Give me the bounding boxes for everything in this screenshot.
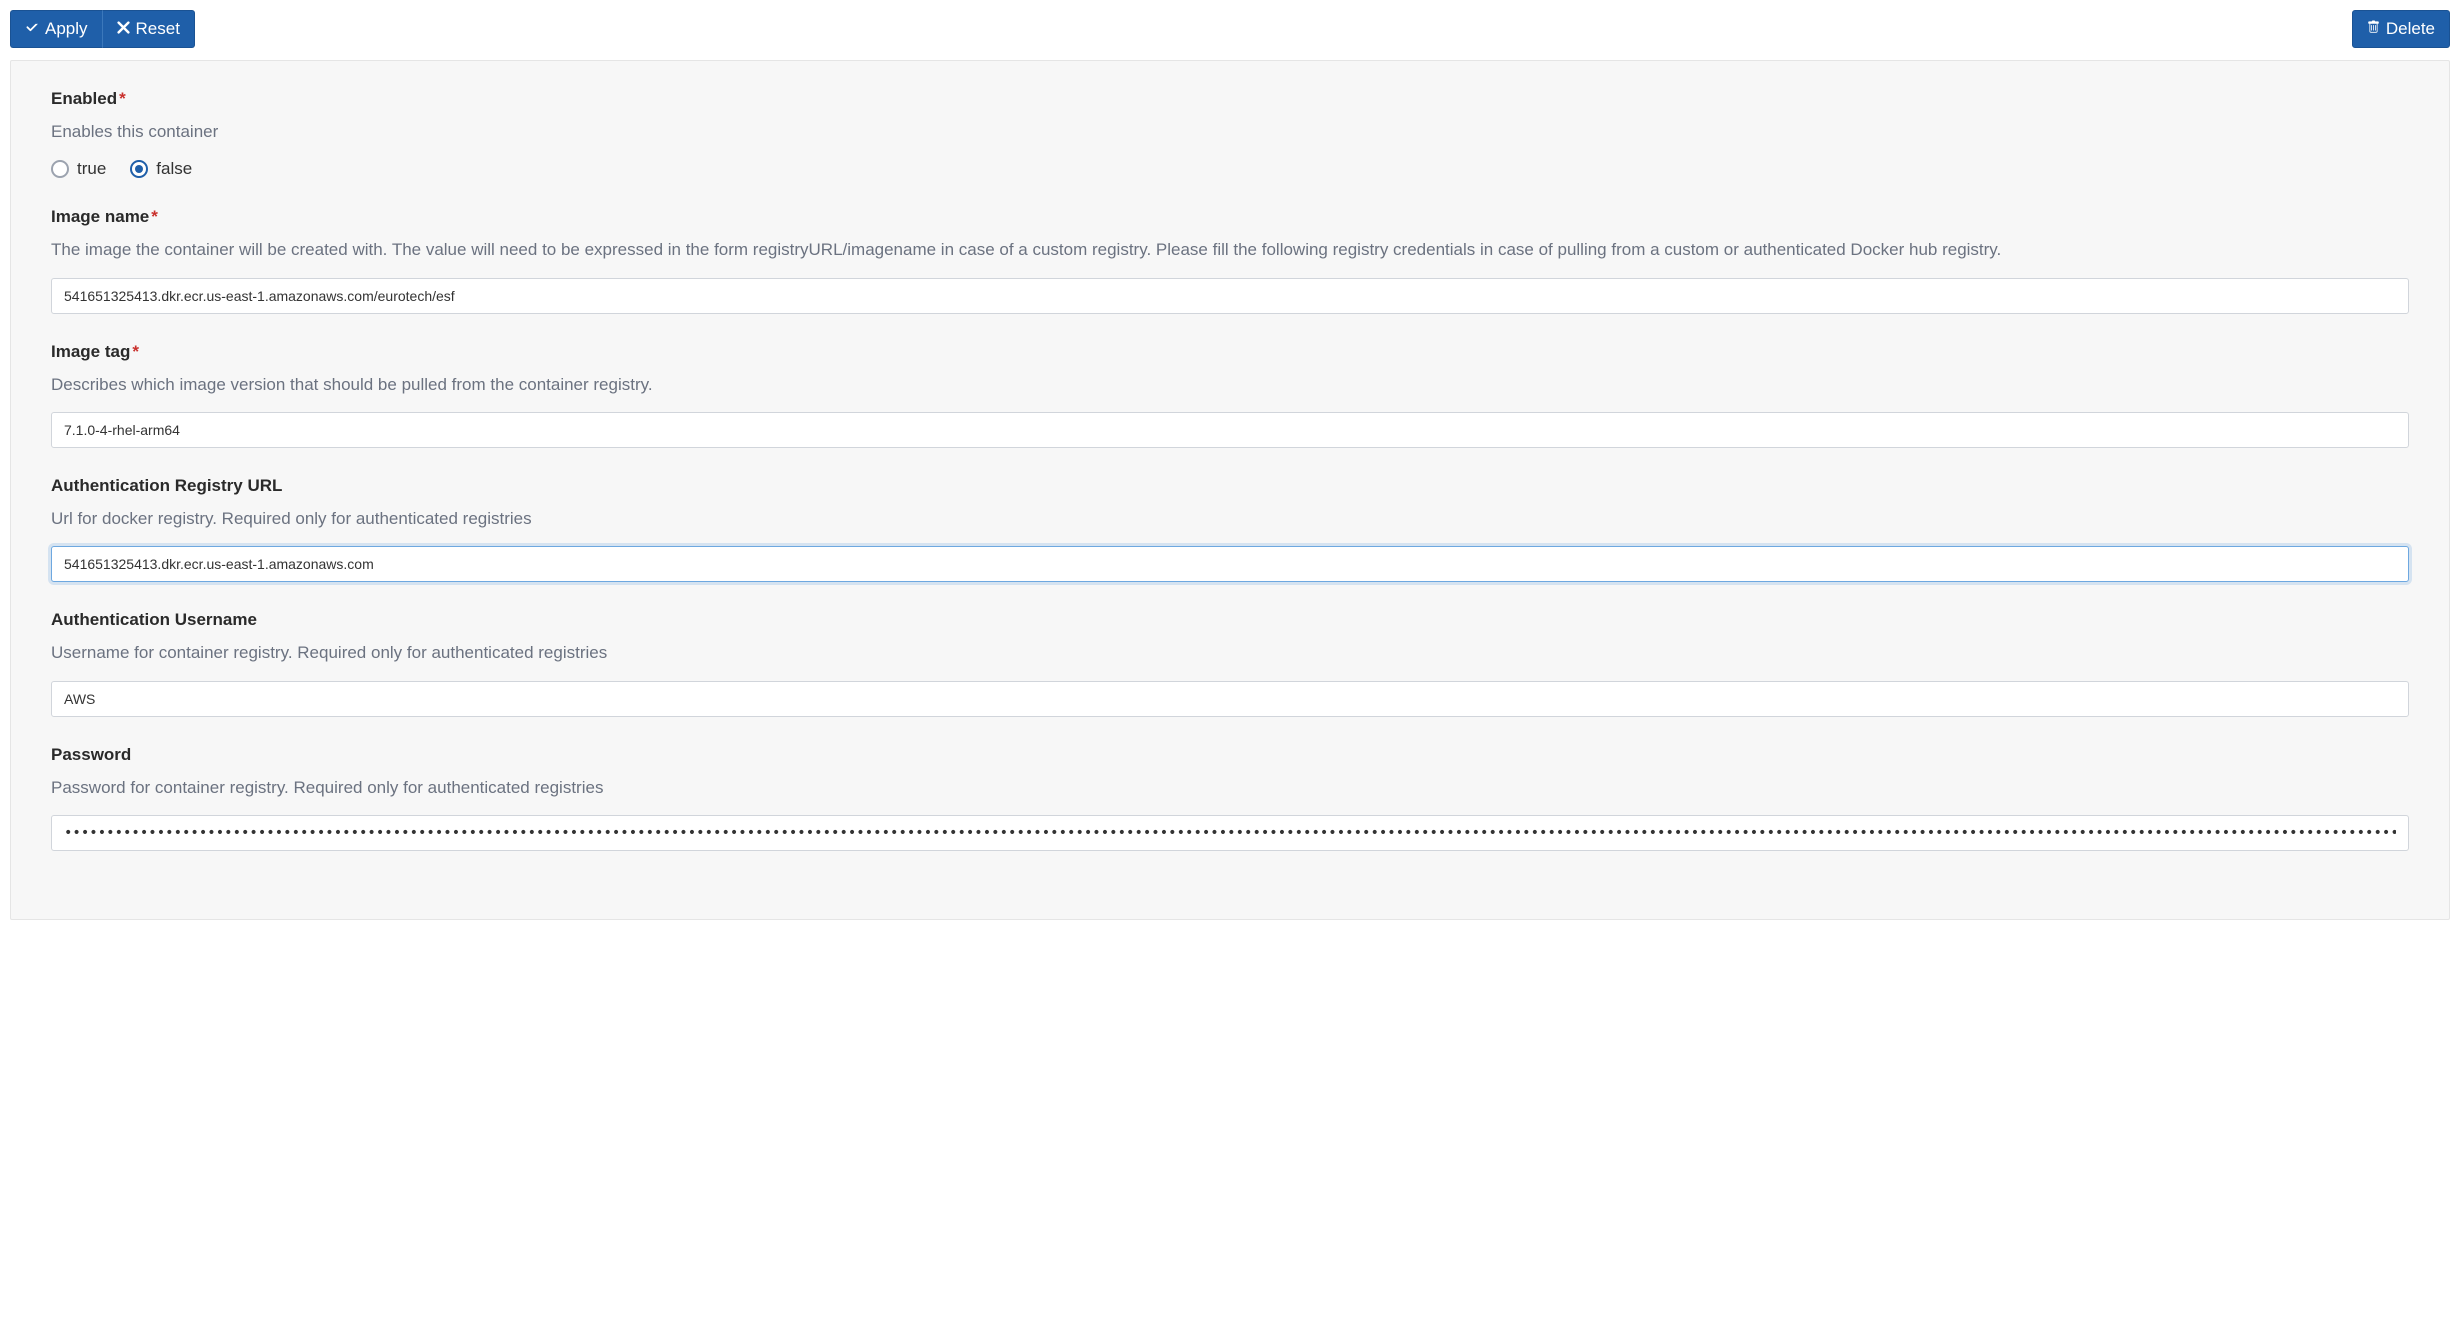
- image-name-input[interactable]: [51, 278, 2409, 314]
- apply-button[interactable]: Apply: [10, 10, 103, 48]
- auth-registry-url-help: Url for docker registry. Required only f…: [51, 506, 2409, 532]
- field-image-name: Image name* The image the container will…: [51, 207, 2409, 313]
- image-name-help: The image the container will be created …: [51, 237, 2409, 263]
- auth-username-help: Username for container registry. Require…: [51, 640, 2409, 666]
- radio-false-label: false: [156, 159, 192, 179]
- enabled-radio-group: true false: [51, 159, 2409, 179]
- toolbar-right-group: Delete: [2352, 10, 2450, 48]
- required-asterisk: *: [132, 342, 139, 361]
- image-name-label: Image name*: [51, 207, 2409, 227]
- image-tag-label: Image tag*: [51, 342, 2409, 362]
- field-image-tag: Image tag* Describes which image version…: [51, 342, 2409, 448]
- close-icon: [117, 19, 130, 39]
- radio-true-label: true: [77, 159, 106, 179]
- trash-icon: [2367, 19, 2380, 39]
- field-password: Password Password for container registry…: [51, 745, 2409, 851]
- field-auth-username: Authentication Username Username for con…: [51, 610, 2409, 716]
- enabled-radio-false[interactable]: false: [130, 159, 192, 179]
- password-label: Password: [51, 745, 2409, 765]
- reset-button[interactable]: Reset: [103, 10, 195, 48]
- auth-username-input[interactable]: [51, 681, 2409, 717]
- auth-registry-url-input[interactable]: [51, 546, 2409, 582]
- required-asterisk: *: [119, 89, 126, 108]
- required-asterisk: *: [151, 207, 158, 226]
- delete-button-label: Delete: [2386, 19, 2435, 39]
- enabled-label: Enabled*: [51, 89, 2409, 109]
- toolbar-left-group: Apply Reset: [10, 10, 195, 48]
- field-auth-registry-url: Authentication Registry URL Url for dock…: [51, 476, 2409, 582]
- delete-button[interactable]: Delete: [2352, 10, 2450, 48]
- toolbar: Apply Reset Delete: [0, 0, 2460, 48]
- radio-icon: [51, 160, 69, 178]
- enabled-radio-true[interactable]: true: [51, 159, 106, 179]
- auth-username-label: Authentication Username: [51, 610, 2409, 630]
- password-input[interactable]: [51, 815, 2409, 851]
- enabled-help: Enables this container: [51, 119, 2409, 145]
- form-panel: Enabled* Enables this container true fal…: [10, 60, 2450, 920]
- apply-button-label: Apply: [45, 19, 88, 39]
- auth-registry-url-label: Authentication Registry URL: [51, 476, 2409, 496]
- radio-icon: [130, 160, 148, 178]
- reset-button-label: Reset: [136, 19, 180, 39]
- image-tag-input[interactable]: [51, 412, 2409, 448]
- check-icon: [25, 19, 39, 39]
- field-enabled: Enabled* Enables this container true fal…: [51, 89, 2409, 179]
- image-tag-help: Describes which image version that shoul…: [51, 372, 2409, 398]
- password-help: Password for container registry. Require…: [51, 775, 2409, 801]
